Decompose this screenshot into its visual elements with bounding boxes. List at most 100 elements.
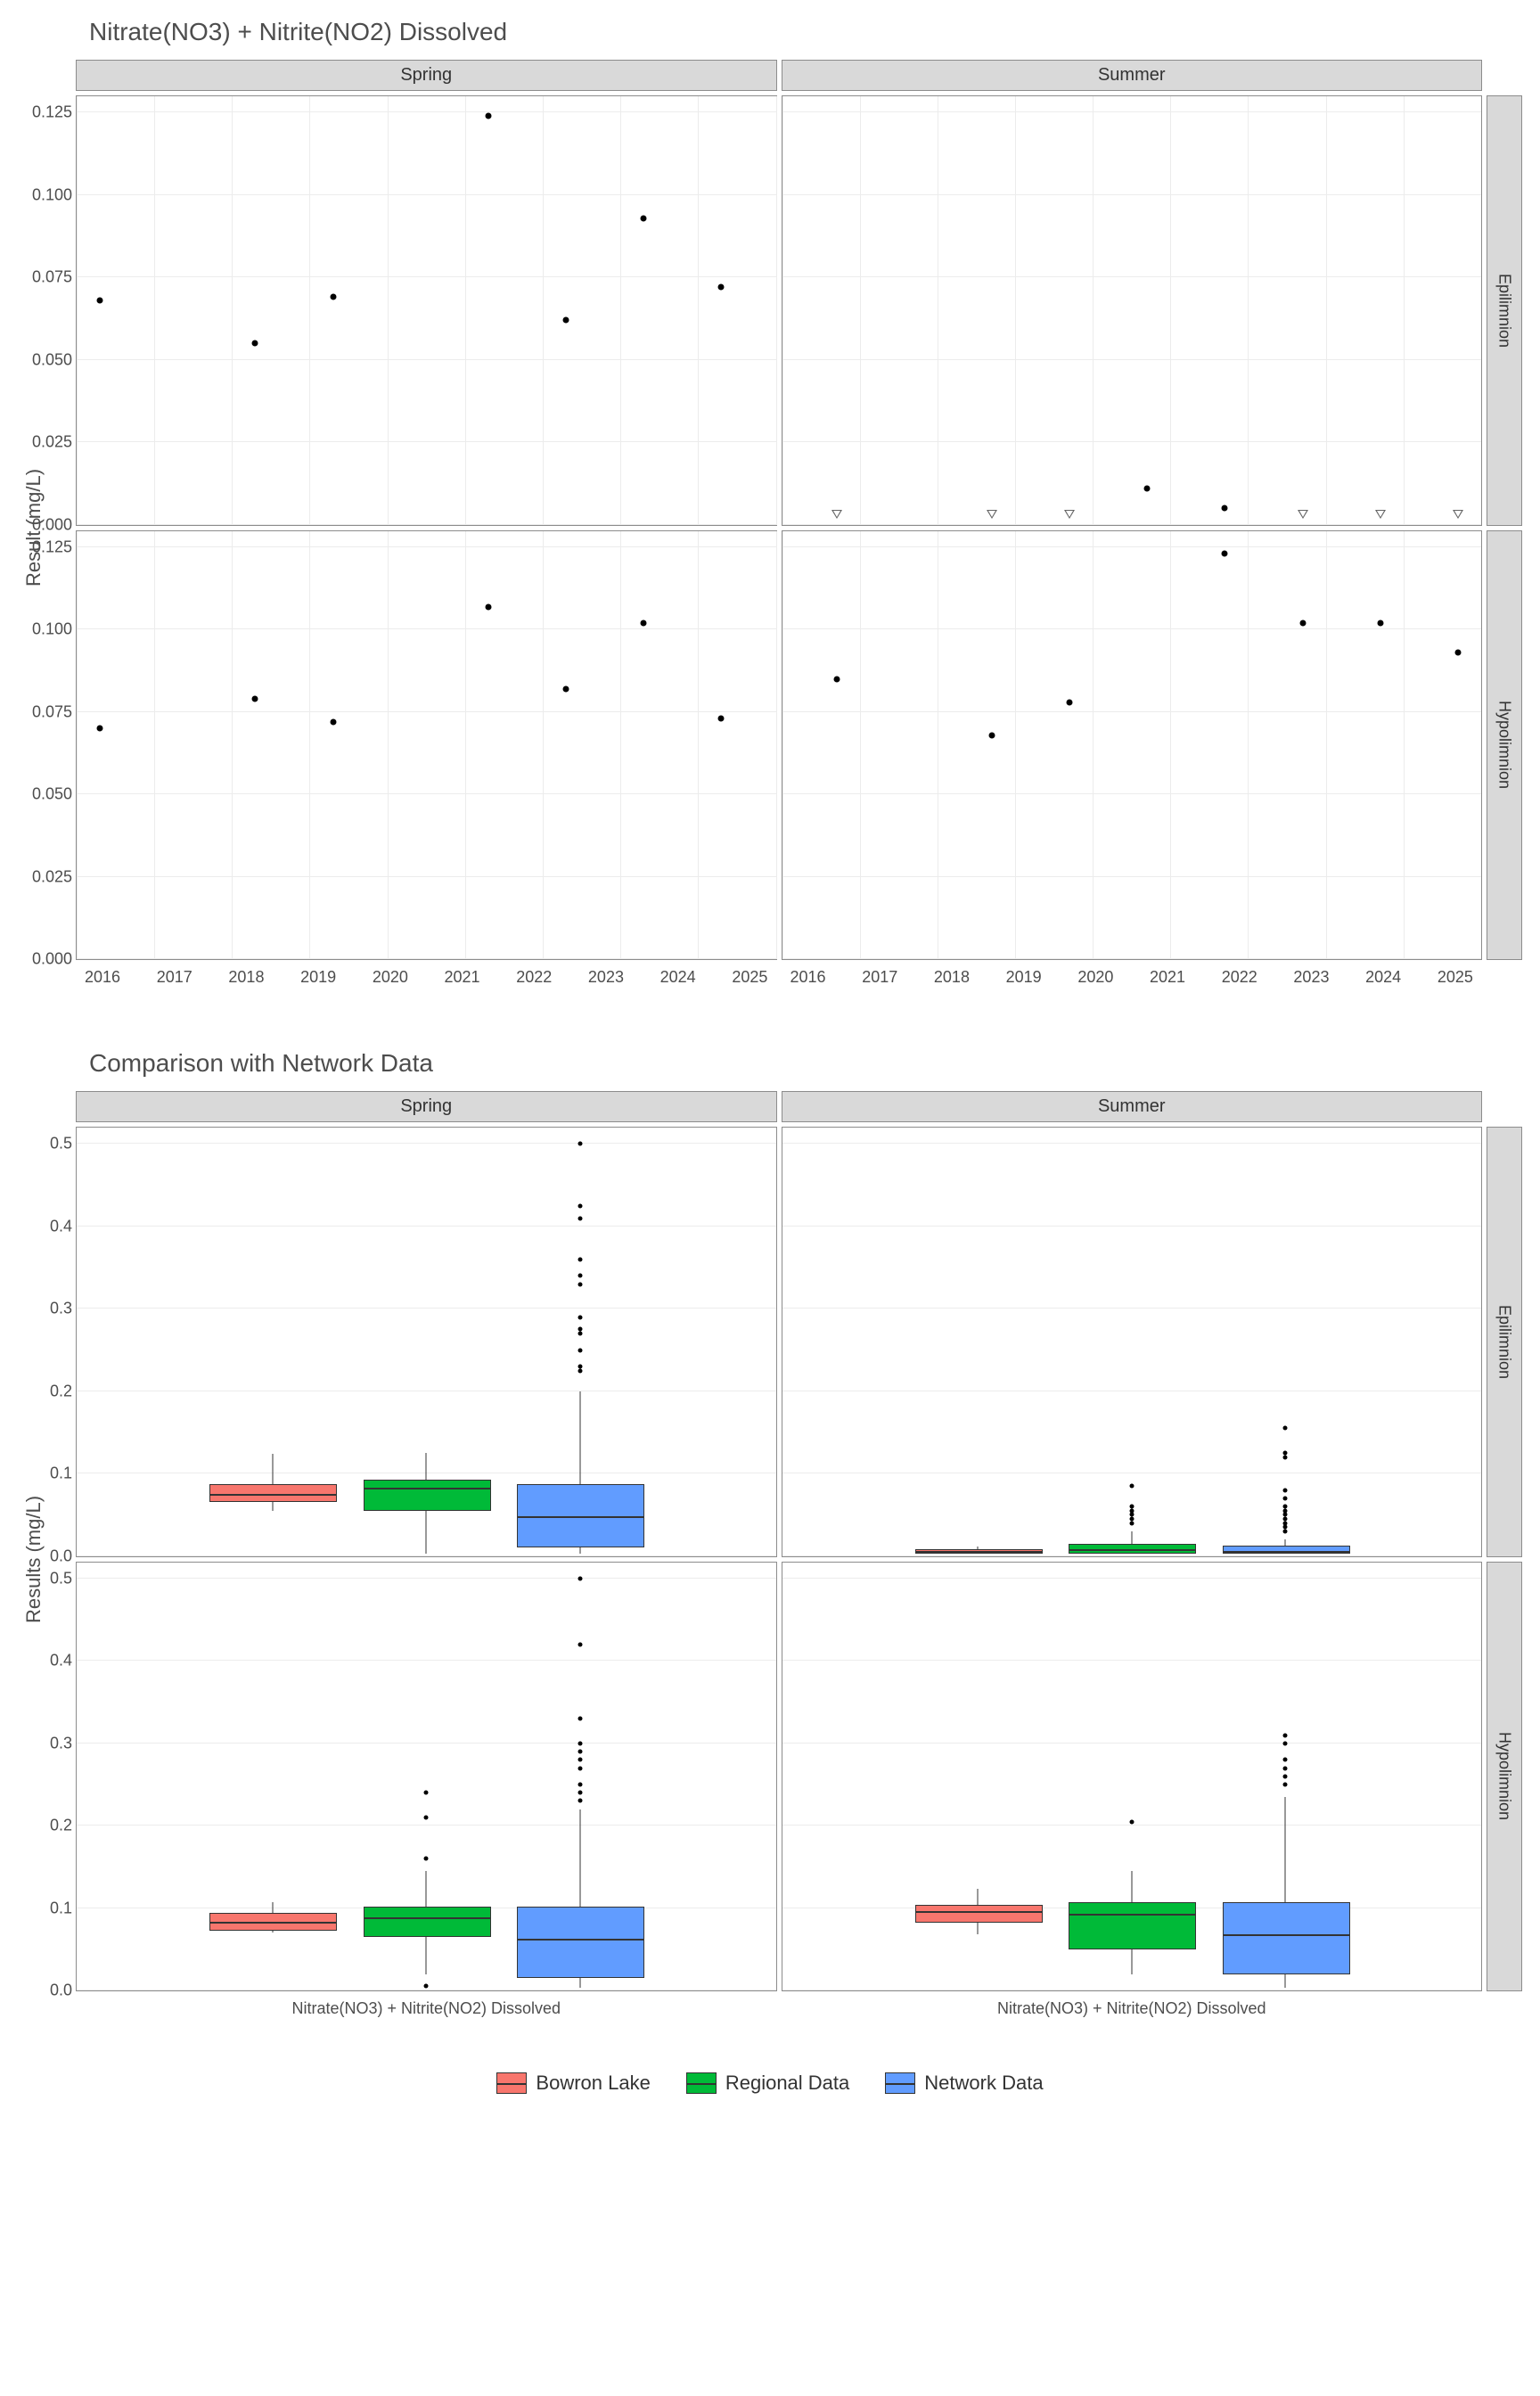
panel2-summer-hypo xyxy=(782,1562,1483,1992)
outlier-point xyxy=(578,1348,582,1352)
boxplot-box xyxy=(915,1905,1043,1923)
outlier-point xyxy=(578,1315,582,1319)
data-point xyxy=(563,317,569,324)
outlier-point xyxy=(1129,1521,1134,1525)
outlier-point xyxy=(578,1282,582,1286)
col-strip-summer: Summer xyxy=(782,60,1483,91)
data-point xyxy=(563,685,569,692)
data-point xyxy=(718,716,725,722)
xcat-spring: Nitrate(NO3) + Nitrite(NO2) Dissolved xyxy=(76,1996,777,2027)
data-point xyxy=(1222,505,1228,512)
outlier-point xyxy=(1283,1525,1288,1530)
legend-label-bowron: Bowron Lake xyxy=(536,2072,650,2095)
xticks-spring: 2016201720182019202020212022202320242025 xyxy=(76,964,777,996)
boxplot-box xyxy=(1223,1902,1350,1974)
outlier-point xyxy=(1283,1774,1288,1778)
panel2-spring-hypo: 0.00.10.20.30.40.5 xyxy=(76,1562,777,1992)
outlier-point xyxy=(1283,1508,1288,1513)
legend-label-network: Network Data xyxy=(924,2072,1043,2095)
outlier-point xyxy=(1283,1426,1288,1431)
chart2-ylabel: Results (mg/L) xyxy=(18,1127,71,1991)
outlier-point xyxy=(578,1717,582,1721)
data-point xyxy=(485,603,491,610)
chart2-facet-grid: Spring Summer Results (mg/L) 0.00.10.20.… xyxy=(18,1091,1522,2027)
boxplot-box xyxy=(915,1549,1043,1553)
outlier-point xyxy=(1129,1513,1134,1517)
outlier-point xyxy=(1283,1733,1288,1737)
outlier-point xyxy=(1283,1516,1288,1521)
boxplot-box xyxy=(1223,1546,1350,1553)
outlier-point xyxy=(578,1576,582,1580)
boxplot-box xyxy=(517,1484,644,1547)
panel2-spring-epi: 0.00.10.20.30.40.5 xyxy=(76,1127,777,1557)
outlier-point xyxy=(1283,1783,1288,1787)
data-point xyxy=(1299,620,1306,627)
outlier-point xyxy=(1283,1505,1288,1509)
outlier-point xyxy=(1283,1529,1288,1533)
data-point xyxy=(97,298,103,304)
outlier-point xyxy=(1283,1741,1288,1745)
outlier-point xyxy=(578,1274,582,1278)
row-strip-hypo2: Hypolimnion xyxy=(1487,1562,1522,1992)
data-point xyxy=(988,732,995,738)
boxplot-box xyxy=(1069,1544,1196,1553)
data-point xyxy=(641,215,647,221)
data-point xyxy=(641,620,647,627)
xticks-summer: 2016201720182019202020212022202320242025 xyxy=(782,964,1483,996)
data-point xyxy=(987,510,997,519)
boxplot-box xyxy=(364,1480,491,1510)
data-point xyxy=(1375,510,1386,519)
outlier-point xyxy=(578,1257,582,1261)
outlier-point xyxy=(578,1799,582,1803)
outlier-point xyxy=(1283,1766,1288,1770)
legend-item-bowron: Bowron Lake xyxy=(496,2072,650,2095)
data-point xyxy=(718,284,725,291)
outlier-point xyxy=(578,1750,582,1754)
panel-spring-hypo: 0.0000.0250.0500.0750.1000.125 xyxy=(76,530,777,961)
outlier-point xyxy=(578,1327,582,1332)
outlier-point xyxy=(424,1984,429,1989)
col-strip-spring: Spring xyxy=(76,60,777,91)
legend-item-regional: Regional Data xyxy=(686,2072,849,2095)
data-point xyxy=(831,510,842,519)
data-point xyxy=(330,294,336,300)
swatch-green xyxy=(686,2072,717,2094)
outlier-point xyxy=(578,1758,582,1762)
row-strip-epi: Epilimnion xyxy=(1487,95,1522,526)
outlier-point xyxy=(1129,1508,1134,1513)
legend-label-regional: Regional Data xyxy=(725,2072,849,2095)
chart1-facet-grid: Spring Summer Result (mg/L) 0.0000.0250.… xyxy=(18,60,1522,996)
outlier-point xyxy=(578,1364,582,1368)
outlier-point xyxy=(424,1791,429,1795)
data-point xyxy=(97,726,103,732)
outlier-point xyxy=(578,1766,582,1770)
panel2-summer-epi xyxy=(782,1127,1483,1557)
boxplot-box xyxy=(364,1907,491,1937)
data-point xyxy=(833,676,840,682)
outlier-point xyxy=(424,1815,429,1819)
outlier-point xyxy=(578,1203,582,1208)
col-strip-spring2: Spring xyxy=(76,1091,777,1122)
swatch-blue xyxy=(885,2072,915,2094)
boxplot-box xyxy=(517,1907,644,1979)
chart1-ylabel: Result (mg/L) xyxy=(18,95,71,960)
data-point xyxy=(1144,485,1151,491)
outlier-point xyxy=(1283,1521,1288,1525)
outlier-point xyxy=(1283,1513,1288,1517)
data-point xyxy=(1377,620,1383,627)
data-point xyxy=(485,113,491,119)
outlier-point xyxy=(1283,1451,1288,1456)
xcat-summer: Nitrate(NO3) + Nitrite(NO2) Dissolved xyxy=(782,1996,1483,2027)
figure-container: Nitrate(NO3) + Nitrite(NO2) Dissolved Sp… xyxy=(18,18,1522,2095)
outlier-point xyxy=(578,1741,582,1745)
data-point xyxy=(1067,699,1073,705)
swatch-red xyxy=(496,2072,527,2094)
data-point xyxy=(252,696,258,702)
panel-summer-epi xyxy=(782,95,1483,526)
row-strip-hypo: Hypolimnion xyxy=(1487,530,1522,961)
outlier-point xyxy=(424,1857,429,1861)
outlier-point xyxy=(1129,1483,1134,1488)
boxplot-box xyxy=(1069,1902,1196,1949)
legend-item-network: Network Data xyxy=(885,2072,1043,2095)
boxplot-box xyxy=(209,1913,337,1931)
